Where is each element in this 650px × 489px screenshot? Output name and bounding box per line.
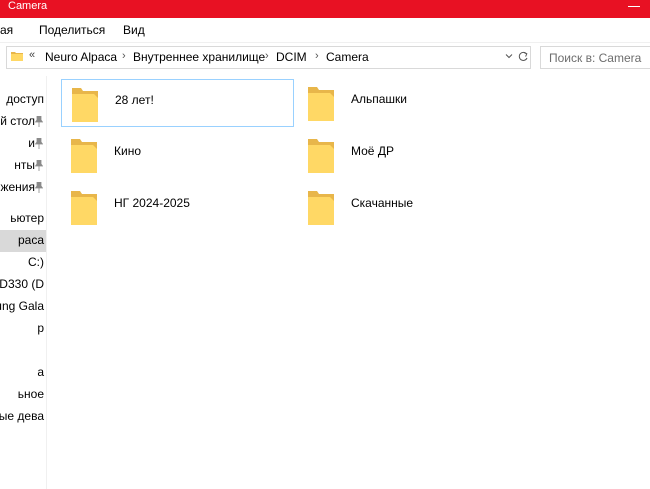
folder-name: Кино: [114, 144, 141, 158]
pin-icon: [35, 160, 43, 171]
folder-name: Моё ДР: [351, 144, 394, 158]
pin-icon: [35, 138, 43, 149]
nav-item-blank[interactable]: [0, 340, 46, 362]
folder-name: НГ 2024-2025: [114, 196, 190, 210]
nav-item-desktop[interactable]: й стол: [0, 111, 46, 133]
tab-view[interactable]: Вид: [123, 23, 145, 37]
folder-icon: [308, 139, 334, 173]
folder-item[interactable]: Моё ДР: [298, 131, 531, 179]
navigation-pane[interactable]: доступ й стол и нты жения ьютер paca C:)…: [0, 76, 47, 489]
folder-icon: [71, 191, 97, 225]
breadcrumb-camera[interactable]: Camera: [326, 50, 369, 64]
nav-item-neuro-alpaca[interactable]: paca: [0, 230, 46, 252]
nav-item-downloads[interactable]: и: [0, 133, 46, 155]
folder-name: Альпашки: [351, 92, 408, 106]
nav-item-hd330[interactable]: HD330 (D: [0, 274, 46, 296]
search-input[interactable]: [541, 47, 650, 68]
nav-item-label: sung Gala: [0, 299, 44, 313]
nav-item-this-pc[interactable]: ьютер: [0, 208, 46, 230]
address-bar[interactable]: « Neuro Alpaca › Внутреннее хранилище › …: [6, 46, 531, 69]
nav-item-quick-access[interactable]: доступ: [0, 89, 46, 111]
folder-icon: [72, 88, 98, 122]
nav-item-label: ьютер: [10, 211, 44, 225]
nav-item-label: жения: [0, 180, 35, 194]
folder-item[interactable]: Кино: [61, 131, 294, 179]
nav-item-folder-r[interactable]: р: [0, 318, 46, 340]
folder-icon: [71, 139, 97, 173]
folder-name: 28 лет!: [115, 93, 154, 107]
window-title: Camera: [8, 0, 48, 12]
nav-item-label: доступ: [6, 92, 44, 106]
tab-main[interactable]: ая: [0, 23, 13, 37]
nav-item-label: paca: [17, 233, 44, 247]
folder-item[interactable]: Альпашки: [298, 79, 531, 127]
title-bar: Camera: [0, 0, 650, 18]
nav-item-pictures[interactable]: жения: [0, 177, 46, 199]
folder-icon: [11, 52, 23, 61]
nav-item-label: C:): [28, 255, 44, 269]
breadcrumb-dcim[interactable]: DCIM: [276, 50, 307, 64]
ribbon-tabs: ая Поделиться Вид: [0, 18, 650, 42]
refresh-icon[interactable]: [517, 51, 529, 63]
nav-item-label: р: [37, 321, 44, 335]
nav-item-label: ьное: [17, 387, 44, 401]
folder-name: Скачанные: [351, 196, 414, 210]
nav-item-label: и: [28, 136, 35, 150]
nav-item-devices[interactable]: ные дева: [0, 406, 46, 428]
breadcrumb-separator[interactable]: ›: [265, 50, 269, 62]
folder-item[interactable]: НГ 2024-2025: [61, 183, 294, 231]
tab-share[interactable]: Поделиться: [39, 23, 105, 37]
nav-item-folder-a[interactable]: а: [0, 362, 46, 384]
nav-item-label: й стол: [0, 114, 35, 128]
folder-icon: [308, 191, 334, 225]
pin-icon: [35, 116, 43, 127]
folder-item[interactable]: Скачанные: [298, 183, 531, 231]
nav-item-removable[interactable]: ьное: [0, 384, 46, 406]
nav-item-label: нты: [14, 158, 35, 172]
nav-item-label: а: [37, 365, 44, 379]
nav-item-label: ные дева: [0, 409, 44, 423]
search-box[interactable]: [540, 46, 650, 69]
nav-item-local-disk[interactable]: C:): [0, 252, 46, 274]
ribbon-divider: [0, 42, 650, 43]
breadcrumb-separator[interactable]: ›: [315, 50, 319, 62]
minimize-button[interactable]: [628, 0, 640, 7]
breadcrumb-internal-storage[interactable]: Внутреннее хранилище: [133, 50, 265, 64]
chevron-down-icon[interactable]: [505, 52, 513, 60]
breadcrumb-neuro-alpaca[interactable]: Neuro Alpaca: [45, 50, 117, 64]
folder-icon: [308, 87, 334, 121]
file-list[interactable]: 28 лет! Альпашки Кино Моё ДР НГ 2024-202…: [47, 76, 650, 489]
nav-item-documents[interactable]: нты: [0, 155, 46, 177]
breadcrumb-overflow[interactable]: «: [29, 49, 35, 61]
breadcrumb-separator[interactable]: ›: [122, 50, 126, 62]
pin-icon: [35, 182, 43, 193]
nav-item-label: HD330 (D: [0, 277, 44, 291]
nav-item-samsung-galaxy[interactable]: sung Gala: [0, 296, 46, 318]
folder-item[interactable]: 28 лет!: [61, 79, 294, 127]
